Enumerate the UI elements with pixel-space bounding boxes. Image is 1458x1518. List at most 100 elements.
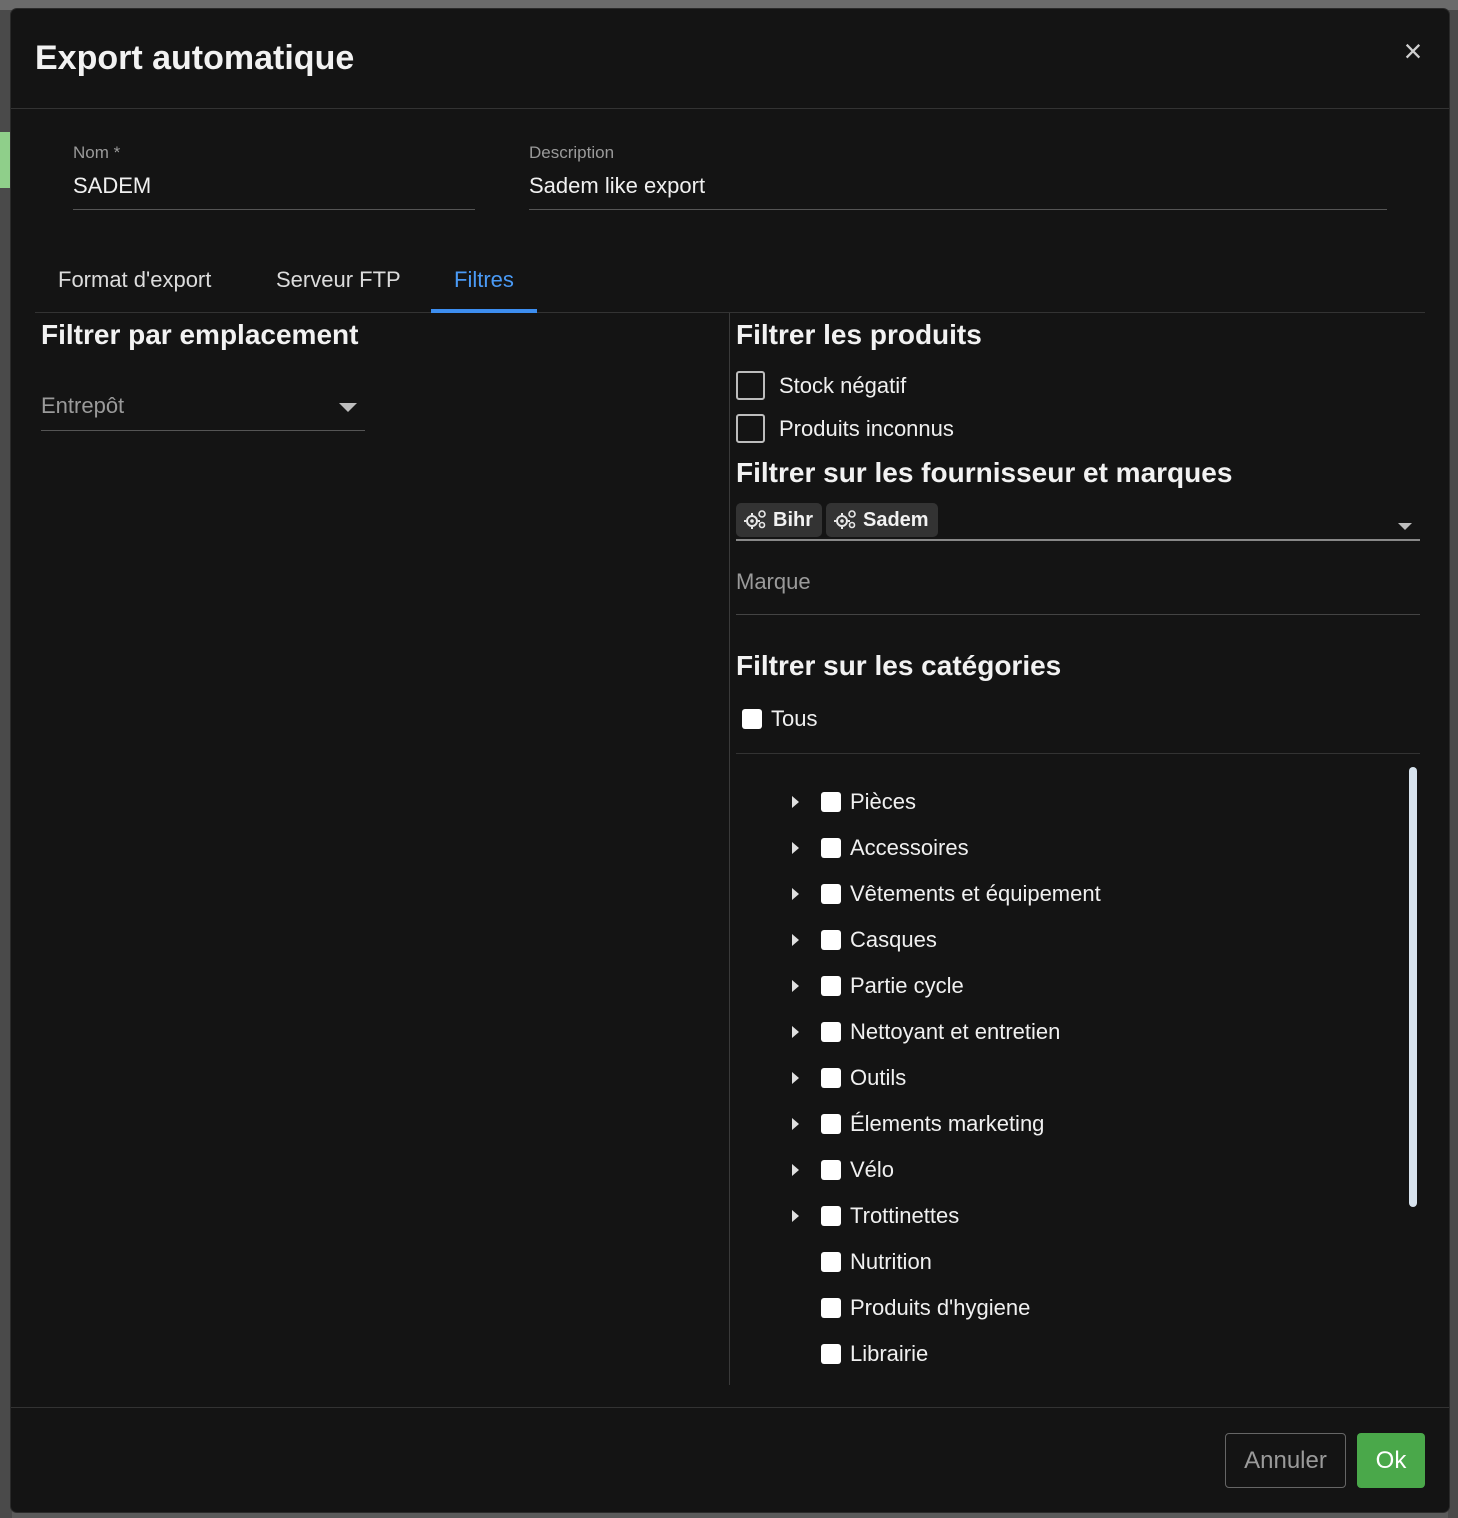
name-underline: [73, 209, 475, 210]
checkbox-box[interactable]: [821, 1114, 841, 1134]
category-scrollbar[interactable]: [1409, 767, 1417, 1207]
negative-stock-label: Stock négatif: [779, 372, 907, 398]
category-filter-title: Filtrer sur les catégories: [736, 650, 1062, 681]
gears-icon: [834, 510, 856, 529]
caret-right-icon[interactable]: [792, 842, 799, 854]
description-field[interactable]: Description Sadem like export: [529, 143, 1387, 210]
checkbox-box[interactable]: [821, 976, 841, 996]
brand-placeholder: Marque: [736, 569, 811, 594]
supplier-chip-bihr[interactable]: Bihr: [736, 503, 822, 537]
checkbox-box[interactable]: [821, 1344, 841, 1364]
category-item-casques[interactable]: Casques: [736, 917, 937, 963]
category-item-accessoires[interactable]: Accessoires: [736, 825, 969, 871]
category-label: Pièces: [850, 789, 917, 814]
brand-input[interactable]: Marque: [736, 561, 1420, 615]
category-label: Produits d'hygiene: [850, 1295, 1031, 1320]
warehouse-select[interactable]: Entrepôt: [41, 387, 365, 431]
category-label: Vélo: [850, 1157, 895, 1182]
location-filter-title: Filtrer par emplacement: [41, 319, 359, 350]
modal-title: Export automatique: [35, 39, 355, 77]
caret-right-icon[interactable]: [792, 980, 799, 992]
caret-right-icon[interactable]: [792, 1164, 799, 1176]
category-item-marketing[interactable]: Élements marketing: [736, 1101, 1044, 1147]
category-item-velo[interactable]: Vélo: [736, 1147, 894, 1193]
checkbox-box[interactable]: [821, 1160, 841, 1180]
category-label: Vêtements et équipement: [850, 881, 1101, 906]
supplier-underline: [736, 539, 1420, 541]
export-modal: Export automatique × Nom * SADEM Descrip…: [11, 9, 1449, 1512]
description-label: Description: [529, 143, 615, 162]
name-field[interactable]: Nom * SADEM: [73, 143, 475, 210]
category-separator: [736, 753, 1420, 754]
checkbox-box[interactable]: [821, 884, 841, 904]
category-label: Accessoires: [850, 835, 969, 860]
category-item-partie-cycle[interactable]: Partie cycle: [736, 963, 964, 1009]
checkbox-box[interactable]: [821, 838, 841, 858]
category-tree: Pièces Accessoires Vêtements et équipeme…: [736, 767, 1406, 1385]
supplier-select[interactable]: Bihr Sadem: [736, 501, 1420, 541]
category-item-nutrition[interactable]: Nutrition: [736, 1239, 932, 1285]
checkbox-box[interactable]: [821, 792, 841, 812]
category-label: Élements marketing: [850, 1111, 1045, 1136]
caret-right-icon[interactable]: [792, 1210, 799, 1222]
category-label: Partie cycle: [850, 973, 964, 998]
tab-bar: Format d'export Serveur FTP Filtres: [35, 254, 1425, 313]
checkbox-box[interactable]: [821, 1206, 841, 1226]
category-label: Casques: [850, 927, 937, 952]
supplier-chip-sadem[interactable]: Sadem: [826, 503, 938, 537]
warehouse-placeholder: Entrepôt: [41, 393, 125, 418]
chevron-down-icon: [339, 403, 357, 412]
category-item-pieces[interactable]: Pièces: [736, 779, 916, 825]
gears-icon: [744, 510, 766, 529]
caret-right-icon[interactable]: [792, 796, 799, 808]
supplier-chip-label: Sadem: [863, 508, 929, 531]
unknown-products-checkbox[interactable]: Produits inconnus: [736, 414, 954, 443]
chevron-down-icon[interactable]: [1398, 523, 1412, 530]
caret-right-icon[interactable]: [792, 888, 799, 900]
category-item-librairie[interactable]: Librairie: [736, 1331, 928, 1377]
caret-right-icon[interactable]: [792, 1072, 799, 1084]
checkbox-box[interactable]: [736, 371, 765, 400]
category-item-trottinettes[interactable]: Trottinettes: [736, 1193, 959, 1239]
close-icon[interactable]: ×: [1399, 35, 1427, 67]
name-value: SADEM: [73, 173, 152, 198]
tab-filters[interactable]: Filtres: [431, 254, 537, 313]
checkbox-box[interactable]: [821, 1298, 841, 1318]
checkbox-box[interactable]: [821, 930, 841, 950]
description-value: Sadem like export: [529, 173, 706, 198]
description-underline: [529, 209, 1387, 210]
all-categories-label: Tous: [771, 706, 818, 731]
category-label: Nutrition: [850, 1249, 932, 1274]
footer-divider: [11, 1407, 1449, 1408]
supplier-chip-label: Bihr: [773, 508, 813, 531]
negative-stock-checkbox[interactable]: Stock négatif: [736, 371, 906, 400]
category-item-nettoyant[interactable]: Nettoyant et entretien: [736, 1009, 1060, 1055]
checkbox-box[interactable]: [821, 1022, 841, 1042]
category-label: Nettoyant et entretien: [850, 1019, 1061, 1044]
category-label: Outils: [850, 1065, 907, 1090]
tab-ftp-server[interactable]: Serveur FTP: [253, 254, 424, 312]
modal-header: Export automatique ×: [11, 9, 1449, 109]
checkbox-box[interactable]: [736, 414, 765, 443]
category-item-vetements[interactable]: Vêtements et équipement: [736, 871, 1101, 917]
category-label: Trottinettes: [850, 1203, 960, 1228]
cancel-button[interactable]: Annuler: [1225, 1433, 1346, 1488]
caret-right-icon[interactable]: [792, 1026, 799, 1038]
caret-right-icon[interactable]: [792, 1118, 799, 1130]
category-item-hygiene[interactable]: Produits d'hygiene: [736, 1285, 1030, 1331]
all-categories-checkbox[interactable]: Tous: [742, 706, 817, 732]
checkbox-box[interactable]: [742, 709, 762, 729]
warehouse-underline: [41, 430, 365, 431]
category-label: Librairie: [850, 1341, 929, 1366]
tab-format-export[interactable]: Format d'export: [35, 254, 234, 312]
background-right-edge: [1448, 10, 1458, 1518]
product-filter-title: Filtrer les produits: [736, 319, 982, 350]
caret-right-icon[interactable]: [792, 934, 799, 946]
checkbox-box[interactable]: [821, 1068, 841, 1088]
brand-underline: [736, 614, 1420, 615]
category-item-outils[interactable]: Outils: [736, 1055, 906, 1101]
ok-button[interactable]: Ok: [1357, 1433, 1425, 1488]
column-divider: [729, 313, 730, 1385]
unknown-products-label: Produits inconnus: [779, 415, 954, 441]
checkbox-box[interactable]: [821, 1252, 841, 1272]
